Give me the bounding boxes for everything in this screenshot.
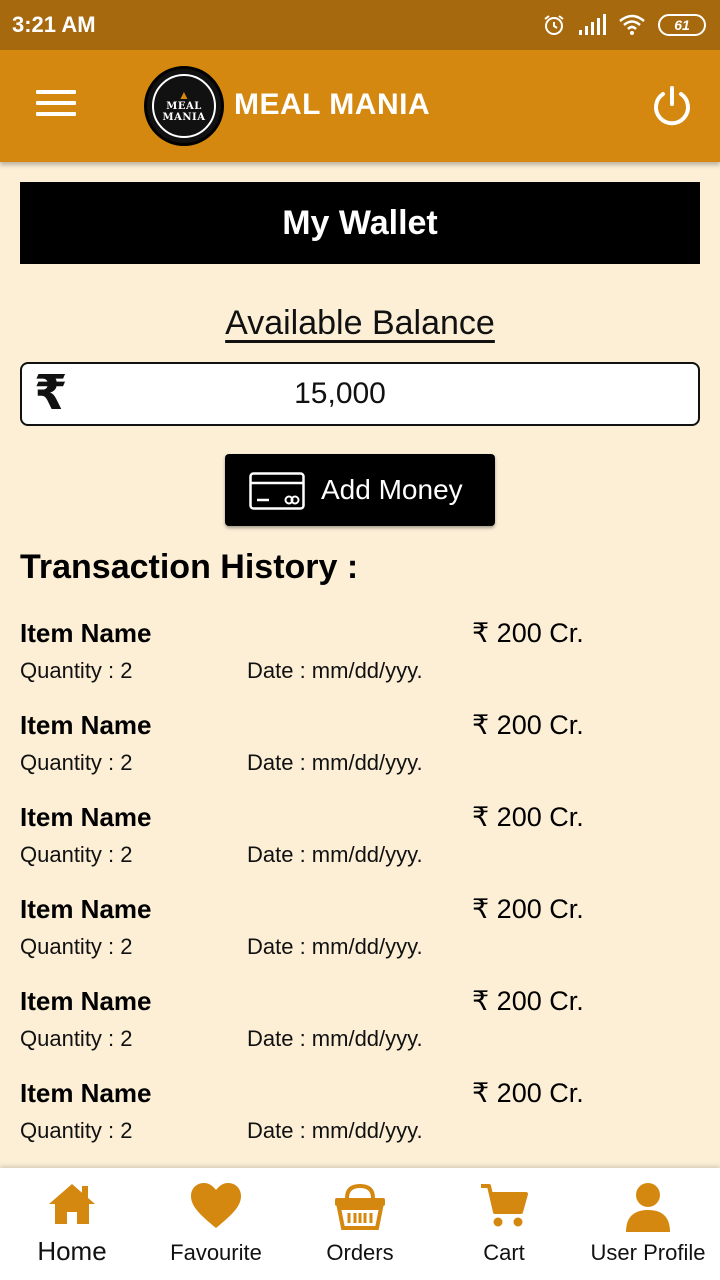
bottom-nav: Home Favourite Orders Cart User Profile bbox=[0, 1168, 720, 1280]
transaction-amount: ₹ 200 Cr. bbox=[472, 802, 584, 832]
transaction-row[interactable]: Item Name ₹ 200 Cr. Quantity : 2 Date : … bbox=[0, 618, 720, 710]
transaction-amount: ₹ 200 Cr. bbox=[472, 618, 584, 648]
nav-user-profile-label: User Profile bbox=[590, 1240, 706, 1265]
transaction-date: Date : mm/dd/yyy. bbox=[247, 934, 423, 959]
transaction-date: Date : mm/dd/yyy. bbox=[247, 658, 423, 683]
nav-user-profile[interactable]: User Profile bbox=[576, 1168, 720, 1280]
transaction-item-name: Item Name bbox=[20, 986, 152, 1016]
balance-box: ₹ 15,000 bbox=[20, 362, 700, 426]
user-icon bbox=[626, 1183, 670, 1232]
logo-text-line1: MEAL bbox=[166, 101, 202, 112]
battery-level: 61 bbox=[674, 17, 690, 33]
nav-favourite[interactable]: Favourite bbox=[144, 1168, 288, 1280]
basket-icon bbox=[335, 1183, 385, 1230]
transaction-row[interactable]: Item Name ₹ 200 Cr. Quantity : 2 Date : … bbox=[0, 894, 720, 986]
balance-label-text: Available Balance bbox=[225, 304, 495, 342]
transaction-amount: ₹ 200 Cr. bbox=[472, 710, 584, 740]
status-time: 3:21 AM bbox=[12, 12, 96, 37]
status-bar: 3:21 AM 61 bbox=[0, 0, 720, 50]
transaction-item-name: Item Name bbox=[20, 710, 152, 740]
home-icon bbox=[49, 1184, 95, 1224]
transaction-quantity: Quantity : 2 bbox=[20, 1026, 133, 1051]
status-icons: 61 bbox=[542, 11, 706, 39]
heart-icon bbox=[191, 1183, 241, 1228]
transaction-quantity: Quantity : 2 bbox=[20, 750, 133, 775]
nav-cart[interactable]: Cart bbox=[432, 1168, 576, 1280]
app-logo: ▲ MEAL MANIA bbox=[144, 66, 224, 146]
transaction-row[interactable]: Item Name ₹ 200 Cr. Quantity : 2 Date : … bbox=[0, 802, 720, 894]
flame-icon: ▲ bbox=[178, 88, 190, 102]
transaction-amount: ₹ 200 Cr. bbox=[472, 1078, 584, 1108]
hamburger-menu-icon[interactable] bbox=[36, 90, 76, 124]
signal-icon bbox=[579, 14, 606, 35]
transaction-item-name: Item Name bbox=[20, 1078, 152, 1108]
app-bar: ▲ MEAL MANIA MEAL MANIA bbox=[0, 50, 720, 162]
transaction-row[interactable]: Item Name ₹ 200 Cr. Quantity : 2 Date : … bbox=[0, 710, 720, 802]
nav-orders[interactable]: Orders bbox=[288, 1168, 432, 1280]
transaction-date: Date : mm/dd/yyy. bbox=[247, 1026, 423, 1051]
transaction-row[interactable]: Item Name ₹ 200 Cr. Quantity : 2 Date : … bbox=[0, 1078, 720, 1170]
transaction-amount: ₹ 200 Cr. bbox=[472, 986, 584, 1016]
cart-icon bbox=[481, 1184, 528, 1227]
transaction-date: Date : mm/dd/yyy. bbox=[247, 1118, 423, 1143]
add-money-label: Add Money bbox=[321, 474, 463, 505]
transaction-item-name: Item Name bbox=[20, 618, 152, 648]
credit-card-icon bbox=[249, 472, 305, 510]
transaction-item-name: Item Name bbox=[20, 894, 152, 924]
add-money-button[interactable]: Add Money bbox=[225, 454, 495, 526]
logo-text-line2: MANIA bbox=[162, 112, 206, 123]
nav-cart-label: Cart bbox=[483, 1240, 525, 1265]
transaction-quantity: Quantity : 2 bbox=[20, 1118, 133, 1143]
nav-orders-label: Orders bbox=[326, 1240, 394, 1265]
wallet-header: My Wallet bbox=[20, 182, 700, 264]
transaction-date: Date : mm/dd/yyy. bbox=[247, 842, 423, 867]
transaction-history-title: Transaction History : bbox=[20, 548, 359, 586]
transaction-quantity: Quantity : 2 bbox=[20, 658, 133, 683]
nav-home-label: Home bbox=[37, 1236, 107, 1266]
transaction-list: Item Name ₹ 200 Cr. Quantity : 2 Date : … bbox=[0, 618, 720, 1170]
transaction-amount: ₹ 200 Cr. bbox=[472, 894, 584, 924]
transaction-item-name: Item Name bbox=[20, 802, 152, 832]
balance-label: Available Balance bbox=[0, 304, 720, 343]
battery-icon: 61 bbox=[658, 14, 706, 36]
nav-home[interactable]: Home bbox=[0, 1168, 144, 1280]
balance-value: 15,000 bbox=[294, 377, 386, 410]
transaction-quantity: Quantity : 2 bbox=[20, 934, 133, 959]
alarm-icon bbox=[544, 15, 564, 35]
transaction-row[interactable]: Item Name ₹ 200 Cr. Quantity : 2 Date : … bbox=[0, 986, 720, 1078]
wifi-icon bbox=[619, 14, 645, 35]
transaction-quantity: Quantity : 2 bbox=[20, 842, 133, 867]
power-icon[interactable] bbox=[650, 84, 694, 128]
app-title: MEAL MANIA bbox=[234, 88, 431, 121]
transaction-date: Date : mm/dd/yyy. bbox=[247, 750, 423, 775]
nav-favourite-label: Favourite bbox=[170, 1240, 262, 1265]
